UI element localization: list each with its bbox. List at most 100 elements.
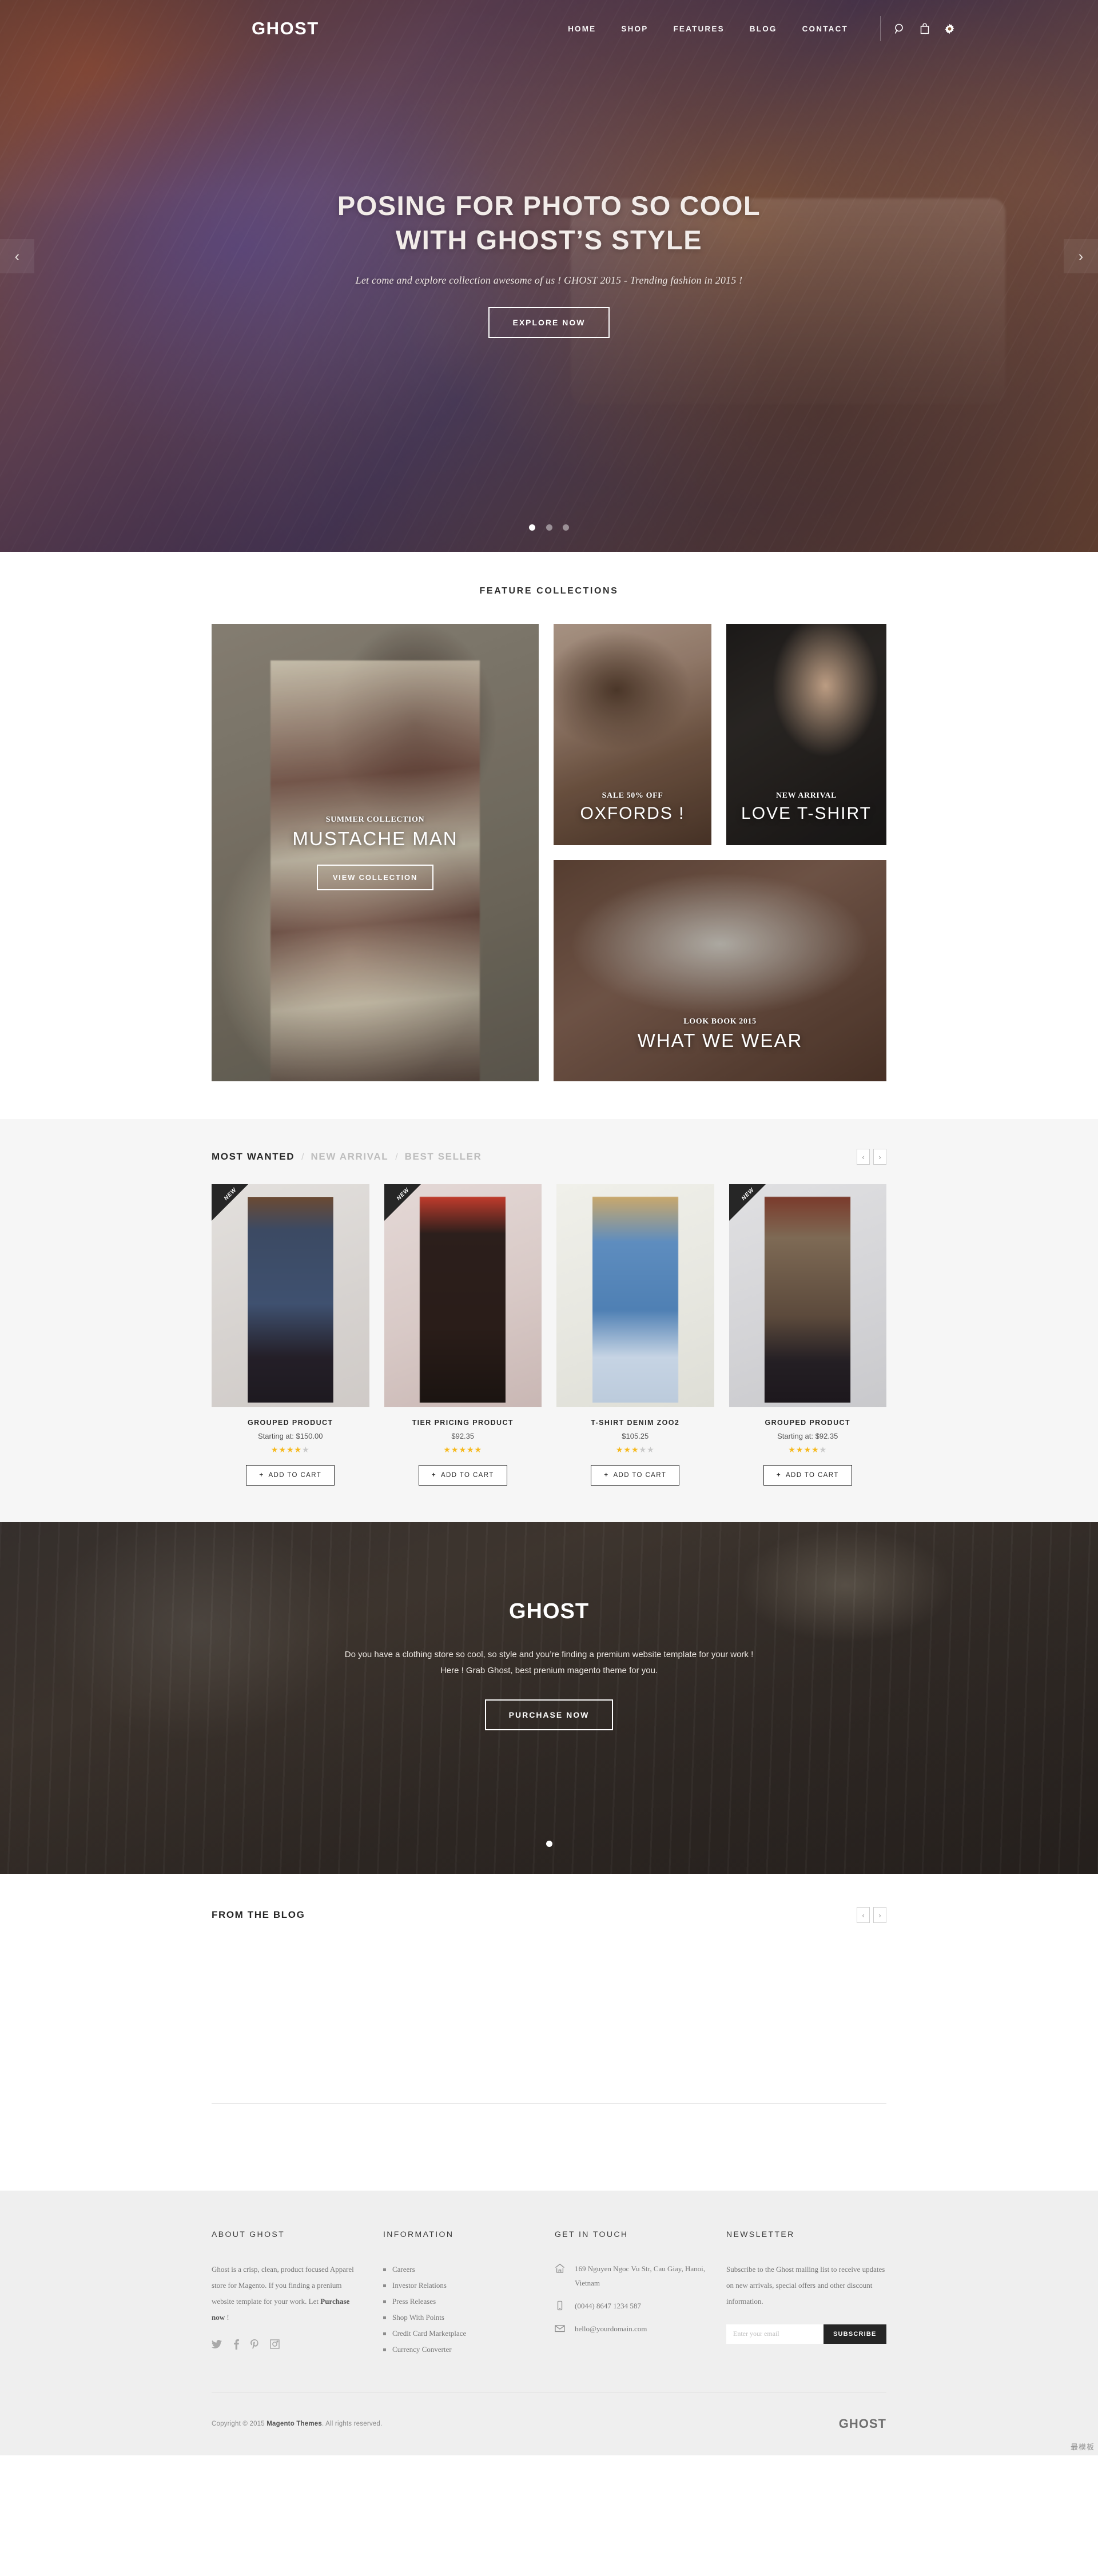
product-name[interactable]: GROUPED PRODUCT (729, 1419, 887, 1427)
information-item-investor-relations[interactable]: Investor Relations (383, 2278, 534, 2294)
promo-line-2: Here ! Grab Ghost, best prenium magento … (440, 1665, 658, 1675)
add-to-cart-label: ADD TO CART (440, 1472, 494, 1479)
information-item-credit-card-marketplace[interactable]: Credit Card Marketplace (383, 2326, 534, 2342)
most-wanted-tabs: MOST WANTED / NEW ARRIVAL / BEST SELLER (212, 1151, 482, 1162)
contact-phone[interactable]: (0044) 8647 1234 587 (575, 2299, 641, 2314)
copyright-brand[interactable]: Magento Themes (266, 2420, 322, 2427)
star-icon: ★ (819, 1445, 828, 1454)
product-image[interactable]: NEW (729, 1184, 886, 1407)
tab-separator-1: / (301, 1152, 304, 1162)
site-logo[interactable]: GHOST (252, 18, 319, 39)
hero-next-arrow[interactable]: › (1064, 239, 1098, 273)
feature-card-what-we-wear[interactable]: LOOK BOOK 2015 WHAT WE WEAR (554, 860, 886, 1081)
most-wanted-prev-button[interactable]: ‹ (857, 1149, 870, 1165)
feature-collections-grid: SUMMER COLLECTION MUSTACHE MAN VIEW COLL… (212, 624, 886, 1081)
nav-item-home[interactable]: HOME (568, 25, 596, 33)
product-rating: ★★★★★ (384, 1445, 542, 1455)
tab-most-wanted[interactable]: MOST WANTED (212, 1151, 295, 1162)
promo-pagination (0, 1840, 1098, 1850)
new-badge-label: NEW (740, 1187, 755, 1202)
blog-next-button[interactable]: › (873, 1907, 886, 1923)
plus-icon: + (776, 1472, 781, 1479)
contact-email-row: hello@yourdomain.com (555, 2322, 706, 2336)
purchase-now-button[interactable]: PURCHASE NOW (484, 1699, 614, 1730)
newsletter-email-input[interactable] (726, 2324, 824, 2344)
hero-prev-arrow[interactable]: ‹ (0, 239, 34, 273)
information-item-press-releases[interactable]: Press Releases (383, 2294, 534, 2310)
facebook-icon[interactable] (233, 2339, 239, 2352)
tab-new-arrival[interactable]: NEW ARRIVAL (311, 1151, 389, 1162)
watermark: 最模板 (1070, 2442, 1095, 2451)
cart-icon[interactable] (920, 23, 929, 34)
blog-section: FROM THE BLOG ‹ › (0, 1874, 1098, 2191)
blog-prev-button[interactable]: ‹ (857, 1907, 870, 1923)
product-card: T-SHIRT DENIM ZOO2 $105.25 ★★★★★ + ADD TO… (556, 1184, 714, 1486)
hero-dot-3[interactable] (562, 524, 569, 531)
mustache-man-kicker: SUMMER COLLECTION (325, 815, 425, 824)
add-to-cart-button[interactable]: + ADD TO CART (591, 1465, 680, 1486)
hero-dot-1[interactable] (529, 524, 536, 531)
product-name[interactable]: T-SHIRT DENIM ZOO2 (556, 1419, 714, 1427)
feature-card-love-tshirt[interactable]: NEW ARRIVAL LOVE T-SHIRT (726, 624, 886, 845)
add-to-cart-button[interactable]: + ADD TO CART (246, 1465, 335, 1486)
add-to-cart-button[interactable]: + ADD TO CART (418, 1465, 507, 1486)
blog-spacer (0, 2104, 1098, 2191)
social-links (212, 2339, 363, 2352)
promo-dot-1[interactable] (546, 1841, 552, 1847)
blog-posts-carousel (212, 1923, 886, 2103)
hero-dot-2[interactable] (546, 524, 552, 531)
about-heading: ABOUT GHOST (212, 2229, 285, 2239)
nav-item-contact[interactable]: CONTACT (802, 25, 848, 33)
home-icon (555, 2262, 565, 2291)
nav-item-features[interactable]: FEATURES (673, 25, 724, 33)
product-image[interactable] (556, 1184, 714, 1407)
most-wanted-section: MOST WANTED / NEW ARRIVAL / BEST SELLER … (0, 1119, 1098, 1522)
add-to-cart-button[interactable]: + ADD TO CART (763, 1465, 852, 1486)
feature-card-mustache-man[interactable]: SUMMER COLLECTION MUSTACHE MAN VIEW COLL… (212, 624, 539, 1081)
newsletter-text: Subscribe to the Ghost mailing list to r… (726, 2265, 885, 2306)
star-icon: ★★★★ (270, 1445, 303, 1454)
contact-address-row: 169 Nguyen Ngoc Vu Str, Cau Giay, Hanoi,… (555, 2262, 706, 2291)
product-photo-subject (765, 1197, 851, 1403)
star-icon: ★★ (639, 1445, 655, 1454)
newsletter-form: SUBSCRIBE (726, 2324, 886, 2344)
mail-icon (555, 2322, 565, 2336)
love-tshirt-title: LOVE T-SHIRT (741, 804, 872, 823)
add-to-cart-label: ADD TO CART (268, 1472, 322, 1479)
view-collection-button[interactable]: VIEW COLLECTION (316, 864, 434, 890)
tab-best-seller[interactable]: BEST SELLER (405, 1151, 482, 1162)
search-icon[interactable] (894, 23, 905, 34)
instagram-icon[interactable] (270, 2339, 280, 2352)
pinterest-icon[interactable] (250, 2339, 258, 2352)
star-icon: ★★★★ (788, 1445, 819, 1454)
nav-item-shop[interactable]: SHOP (621, 25, 648, 33)
product-image[interactable]: NEW (212, 1184, 369, 1407)
feature-collections-section: FEATURE COLLECTIONS SUMMER COLLECTION MU… (0, 552, 1098, 1119)
footer-information-column: INFORMATION Careers Investor Relations P… (383, 2229, 555, 2358)
site-footer: ABOUT GHOST Ghost is a crisp, clean, pro… (0, 2191, 1098, 2455)
product-name[interactable]: GROUPED PRODUCT (212, 1419, 369, 1427)
information-item-shop-with-points[interactable]: Shop With Points (383, 2310, 534, 2326)
product-rating: ★★★★★ (556, 1445, 714, 1455)
most-wanted-next-button[interactable]: › (873, 1149, 886, 1165)
contact-email[interactable]: hello@yourdomain.com (575, 2322, 647, 2336)
information-item-careers[interactable]: Careers (383, 2262, 534, 2278)
twitter-icon[interactable] (212, 2339, 222, 2352)
product-card: NEW TIER PRICING PRODUCT $92.35 ★★★★★ + A… (384, 1184, 542, 1486)
new-badge-label: NEW (395, 1187, 411, 1202)
subscribe-button[interactable]: SUBSCRIBE (824, 2324, 886, 2344)
footer-contact-column: GET IN TOUCH 169 Nguyen Ngoc Vu Str, Cau… (555, 2229, 726, 2358)
nav-item-blog[interactable]: BLOG (750, 25, 777, 33)
information-item-currency-converter[interactable]: Currency Converter (383, 2342, 534, 2358)
feature-card-oxfords[interactable]: SALE 50% OFF OXFORDS ! (554, 624, 711, 845)
contact-phone-row: (0044) 8647 1234 587 (555, 2299, 706, 2314)
about-text-after: ! (225, 2312, 229, 2322)
settings-icon[interactable] (944, 23, 955, 34)
what-we-wear-title: WHAT WE WEAR (637, 1030, 803, 1051)
product-rating: ★★★★★ (729, 1445, 887, 1455)
promo-content: GHOST Do you have a clothing store so co… (0, 1522, 1098, 1730)
product-image[interactable]: NEW (384, 1184, 542, 1407)
product-name[interactable]: TIER PRICING PRODUCT (384, 1419, 542, 1427)
add-to-cart-label: ADD TO CART (613, 1472, 667, 1479)
explore-now-button[interactable]: EXPLORE NOW (488, 307, 610, 339)
